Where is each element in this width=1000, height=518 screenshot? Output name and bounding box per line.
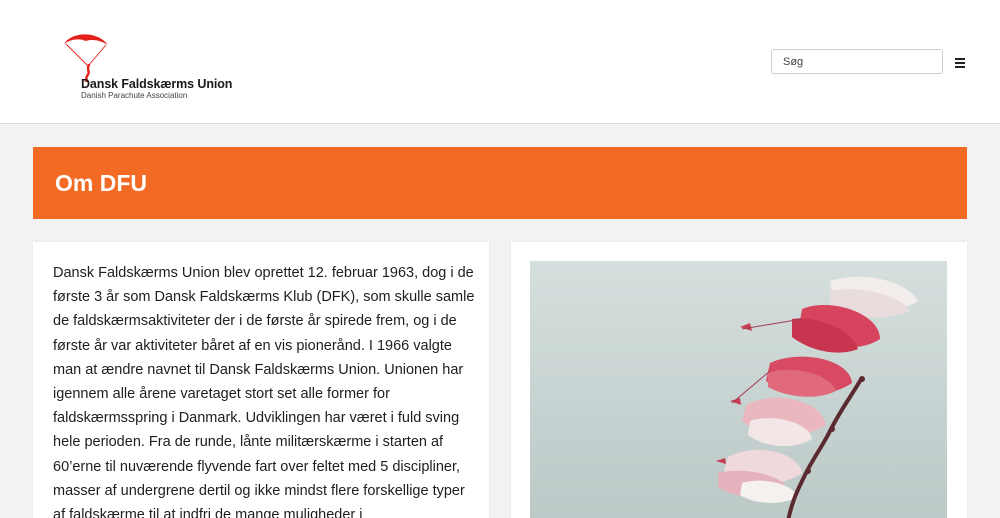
logo-name: Dansk Faldskærms Union	[81, 77, 233, 91]
hamburger-menu-icon[interactable]	[955, 57, 967, 69]
page-title: Om DFU	[55, 170, 147, 196]
site-logo[interactable]: Dansk Faldskærms Union Danish Parachute …	[60, 32, 260, 102]
search-input[interactable]	[771, 49, 943, 74]
logo-subtitle: Danish Parachute Association	[81, 91, 188, 100]
parachute-logo-icon	[64, 34, 108, 82]
article-text: Dansk Faldskærms Union blev oprettet 12.…	[53, 265, 475, 518]
page-title-banner: Om DFU	[33, 147, 967, 219]
site-header: Dansk Faldskærms Union Danish Parachute …	[0, 0, 1000, 124]
image-card	[511, 242, 967, 518]
parachute-canopy-stack-photo	[530, 261, 947, 518]
article-card: Dansk Faldskærms Union blev oprettet 12.…	[33, 242, 489, 518]
